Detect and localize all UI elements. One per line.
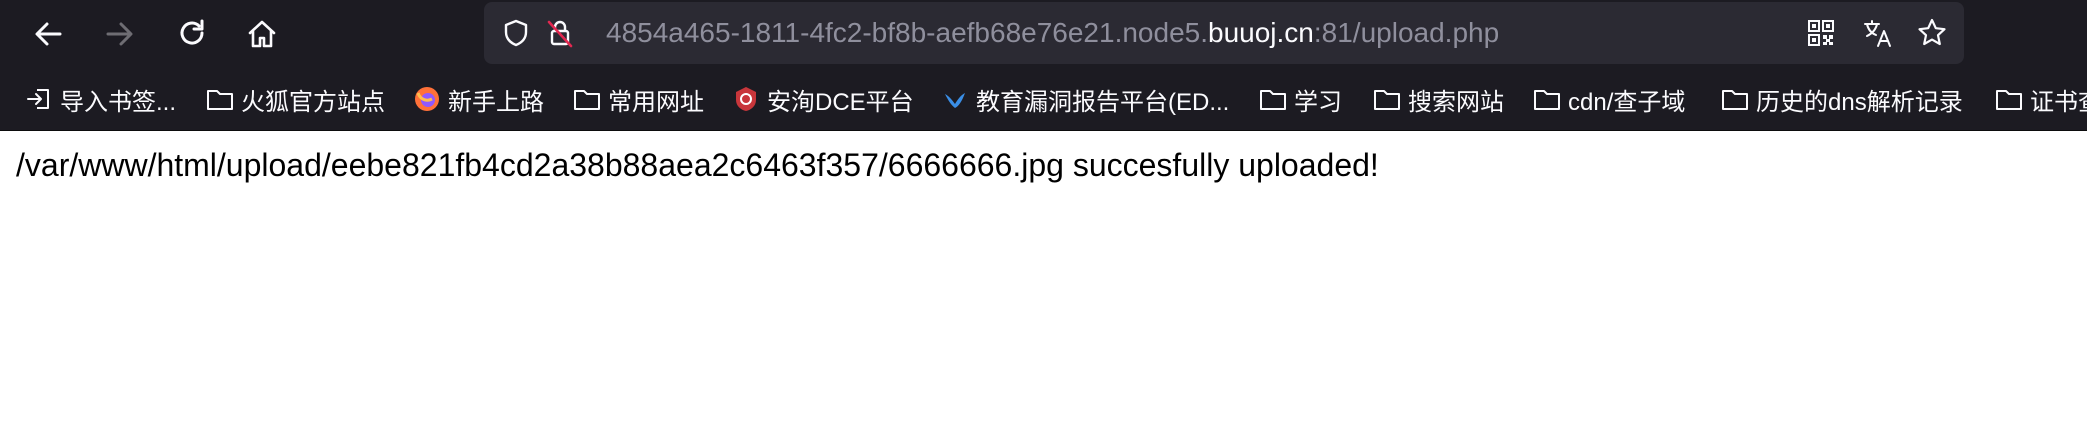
bookmark-label: 历史的dns解析记录 [1756, 88, 1963, 116]
folder-icon [1258, 84, 1288, 114]
bookmark-label: 安洵DCE平台 [767, 88, 914, 116]
url-text[interactable]: 4854a465-1811-4fc2-bf8b-aefb68e76e21.nod… [606, 2, 1499, 64]
url-path: :81/upload.php [1313, 17, 1500, 48]
home-button[interactable] [238, 10, 286, 58]
folder-icon [1372, 84, 1402, 114]
bookmark-label: 搜索网站 [1408, 88, 1504, 116]
bookmark-folder-dns-history[interactable]: 历史的dns解析记录 [1720, 68, 1963, 130]
bookmark-folder-firefox-official[interactable]: 火狐官方站点 [205, 68, 385, 130]
bookmark-label: cdn/查子域 [1568, 88, 1686, 116]
upload-result-message: /var/www/html/upload/eebe821fb4cd2a38b88… [16, 147, 1379, 183]
bookmark-label: 导入书签... [60, 88, 177, 116]
arrow-right-icon [104, 18, 136, 50]
badge-icon [731, 84, 761, 114]
url-host: buuoj.cn [1208, 17, 1314, 48]
bookmark-folder-search-sites[interactable]: 搜索网站 [1372, 68, 1504, 130]
bookmark-folder-common-sites[interactable]: 常用网址 [572, 68, 704, 130]
shield-icon[interactable] [498, 15, 534, 51]
import-icon [24, 84, 54, 114]
bird-icon [940, 84, 970, 114]
folder-icon [1532, 84, 1562, 114]
firefox-icon [412, 84, 442, 114]
qr-code-icon[interactable] [1801, 13, 1841, 53]
navigation-toolbar: 4854a465-1811-4fc2-bf8b-aefb68e76e21.nod… [0, 0, 2087, 68]
bookmark-label: 证书查 [2030, 88, 2087, 116]
bookmark-label: 新手上路 [448, 88, 544, 116]
bookmark-label: 学习 [1294, 88, 1342, 116]
bookmark-getting-started[interactable]: 新手上路 [412, 68, 544, 130]
bookmark-dce-platform[interactable]: 安洵DCE平台 [731, 68, 914, 130]
address-bar[interactable]: 4854a465-1811-4fc2-bf8b-aefb68e76e21.nod… [484, 2, 1964, 64]
reload-button[interactable] [168, 10, 216, 58]
arrow-left-icon [32, 18, 64, 50]
folder-icon [572, 84, 602, 114]
reload-icon [176, 18, 208, 50]
home-icon [246, 18, 278, 50]
bookmark-label: 常用网址 [608, 88, 704, 116]
page-content: /var/www/html/upload/eebe821fb4cd2a38b88… [0, 131, 2087, 421]
bookmark-label: 火狐官方站点 [241, 88, 385, 116]
bookmark-label: 教育漏洞报告平台(ED... [976, 88, 1230, 116]
star-icon[interactable] [1912, 13, 1952, 53]
folder-icon [1720, 84, 1750, 114]
folder-icon [1994, 84, 2024, 114]
folder-icon [205, 84, 235, 114]
bookmark-folder-study[interactable]: 学习 [1258, 68, 1342, 130]
url-subdomain: 4854a465-1811-4fc2-bf8b-aefb68e76e21.nod… [606, 17, 1208, 48]
insecure-lock-icon[interactable] [542, 15, 578, 51]
bookmark-folder-cdn-subdomain[interactable]: cdn/查子域 [1532, 68, 1685, 130]
forward-button[interactable] [96, 10, 144, 58]
bookmark-folder-cert-lookup[interactable]: 证书查 [1994, 68, 2087, 130]
bookmarks-toolbar: 导入书签... 火狐官方站点 新手上路 常用网址 安洵DCE平台 教育漏洞报告平… [0, 68, 2087, 131]
back-button[interactable] [24, 10, 72, 58]
bookmark-edu-vuln-platform[interactable]: 教育漏洞报告平台(ED... [940, 68, 1229, 130]
translate-icon[interactable] [1858, 13, 1898, 53]
bookmark-import[interactable]: 导入书签... [24, 68, 176, 130]
